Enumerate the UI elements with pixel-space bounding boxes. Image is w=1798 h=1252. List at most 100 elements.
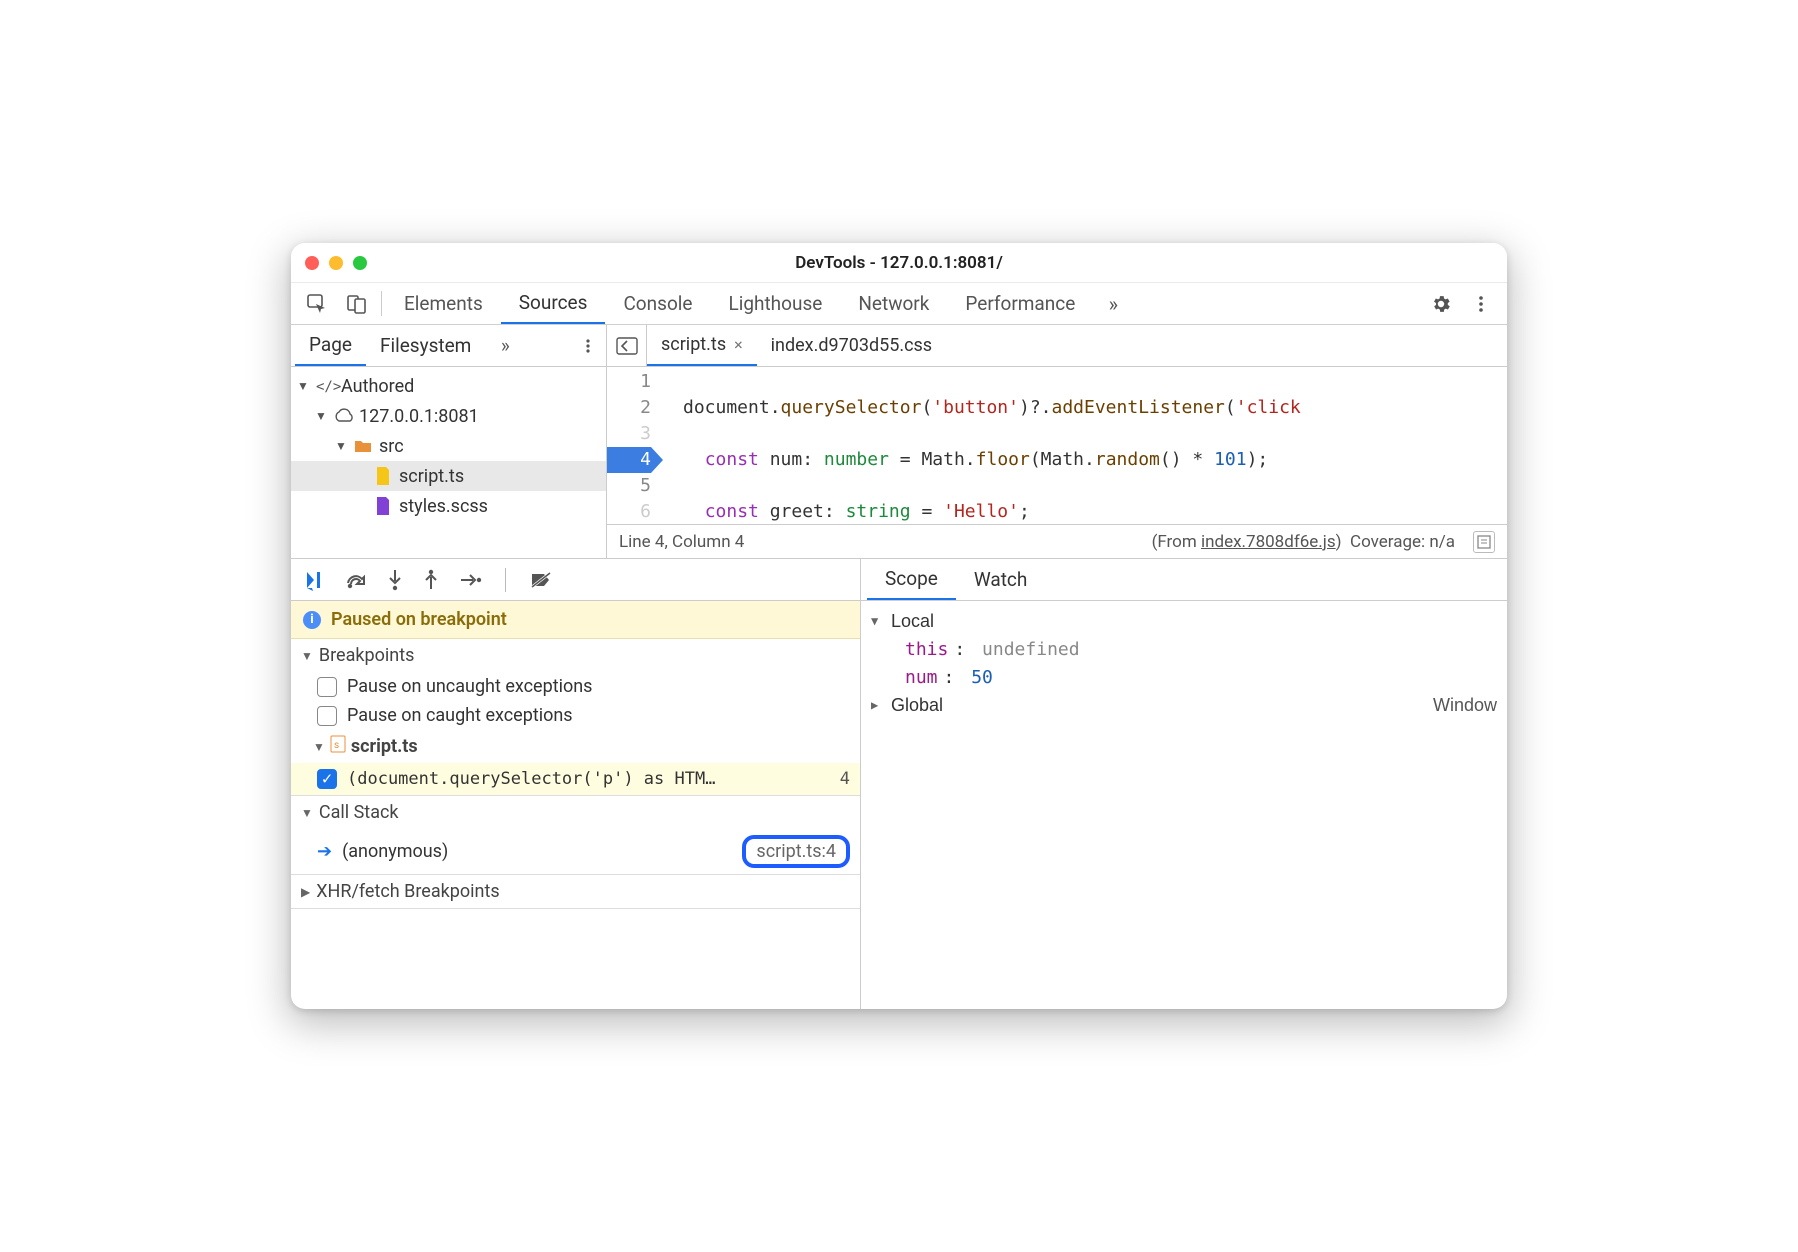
line-gutter[interactable]: 123456 xyxy=(607,367,661,524)
checkbox-unchecked-icon[interactable] xyxy=(317,706,337,726)
info-icon: i xyxy=(303,611,321,629)
stack-frame-location[interactable]: script.ts:4 xyxy=(742,835,850,868)
device-toolbar-icon[interactable] xyxy=(337,283,377,324)
tree-label: styles.scss xyxy=(399,496,488,517)
sidebar-tab-page[interactable]: Page xyxy=(295,325,366,366)
source-editor: script.ts × index.d9703d55.css 123456 do… xyxy=(607,325,1507,558)
breakpoints-section: ▼ Breakpoints Pause on uncaught exceptio… xyxy=(291,639,860,796)
sidebar-more-tabs-icon[interactable]: » xyxy=(485,325,525,366)
tab-sources[interactable]: Sources xyxy=(501,283,606,324)
step-into-icon[interactable] xyxy=(387,569,403,591)
stack-frame[interactable]: ➔ (anonymous) script.ts:4 xyxy=(291,829,860,874)
settings-gear-icon[interactable] xyxy=(1421,283,1461,324)
scope-var-num[interactable]: num: 50 xyxy=(871,663,1497,691)
tree-file-script-ts[interactable]: script.ts xyxy=(291,461,606,491)
pause-caught-row[interactable]: Pause on caught exceptions xyxy=(291,701,860,730)
navigator-toggle-icon[interactable] xyxy=(607,325,647,366)
cloud-icon xyxy=(333,409,353,423)
file-style-icon xyxy=(373,497,393,515)
tab-scope[interactable]: Scope xyxy=(867,559,956,600)
sidebar-tab-filesystem[interactable]: Filesystem xyxy=(366,325,485,366)
callstack-section: ▼ Call Stack ➔ (anonymous) script.ts:4 xyxy=(291,796,860,875)
sidebar-kebab-icon[interactable] xyxy=(570,325,606,366)
editor-tab-script-ts[interactable]: script.ts × xyxy=(647,325,757,366)
svg-text:</>: </> xyxy=(316,379,341,395)
code-lines[interactable]: document.querySelector('button')?.addEve… xyxy=(661,367,1507,524)
scope-body: ▼ Local this: undefined num: 50 ▶ Global xyxy=(861,601,1507,1009)
tab-console[interactable]: Console xyxy=(605,283,710,324)
paused-message: Paused on breakpoint xyxy=(331,609,507,630)
titlebar: DevTools - 127.0.0.1:8081/ xyxy=(291,243,1507,283)
tab-watch[interactable]: Watch xyxy=(956,559,1046,600)
coverage-status: Coverage: n/a xyxy=(1350,532,1455,552)
xhr-breakpoints-header[interactable]: ▶ XHR/fetch Breakpoints xyxy=(291,875,860,908)
tree-label: script.ts xyxy=(399,466,464,487)
chevron-down-icon: ▼ xyxy=(871,614,885,628)
sidebar-tabs: Page Filesystem » xyxy=(291,325,606,367)
minimize-window-button[interactable] xyxy=(329,256,343,270)
tree-folder-src[interactable]: ▼ src xyxy=(291,431,606,461)
current-frame-arrow-icon: ➔ xyxy=(317,841,332,862)
chevron-down-icon: ▼ xyxy=(335,439,347,453)
tab-lighthouse[interactable]: Lighthouse xyxy=(710,283,840,324)
zoom-window-button[interactable] xyxy=(353,256,367,270)
navigator-sidebar: Page Filesystem » ▼ </> Authored xyxy=(291,325,607,558)
chevron-right-icon: ▶ xyxy=(301,885,310,899)
file-script-icon: s xyxy=(331,736,345,757)
file-tree: ▼ </> Authored ▼ 127.0.0.1:8081 xyxy=(291,367,606,558)
checkbox-unchecked-icon[interactable] xyxy=(317,677,337,697)
tree-file-styles-scss[interactable]: styles.scss xyxy=(291,491,606,521)
editor-tab-label: script.ts xyxy=(661,334,726,355)
chevron-down-icon: ▼ xyxy=(301,649,313,663)
folder-icon xyxy=(353,439,373,453)
step-over-icon[interactable] xyxy=(345,570,367,590)
breakpoints-header[interactable]: ▼ Breakpoints xyxy=(291,639,860,672)
kebab-menu-icon[interactable] xyxy=(1461,283,1501,324)
tab-performance[interactable]: Performance xyxy=(947,283,1093,324)
source-map-link[interactable]: index.7808df6e.js xyxy=(1201,532,1336,552)
scope-local[interactable]: ▼ Local xyxy=(871,607,1497,635)
close-tab-icon[interactable]: × xyxy=(734,335,743,354)
close-window-button[interactable] xyxy=(305,256,319,270)
step-icon[interactable] xyxy=(459,572,481,588)
pretty-print-icon[interactable] xyxy=(1473,531,1495,553)
tree-label: Authored xyxy=(341,376,414,397)
window-title: DevTools - 127.0.0.1:8081/ xyxy=(291,253,1507,273)
chevron-right-icon: ▶ xyxy=(871,698,885,712)
chevron-down-icon: ▼ xyxy=(313,740,325,754)
breakpoint-item[interactable]: ✓ (document.querySelector('p') as HTM… 4 xyxy=(291,763,860,795)
pause-uncaught-row[interactable]: Pause on uncaught exceptions xyxy=(291,672,860,701)
file-script-icon xyxy=(373,467,393,485)
paused-banner: i Paused on breakpoint xyxy=(291,601,860,639)
step-out-icon[interactable] xyxy=(423,569,439,591)
scope-global[interactable]: ▶ Global Window xyxy=(871,691,1497,719)
svg-text:s: s xyxy=(334,740,339,751)
tree-host[interactable]: ▼ 127.0.0.1:8081 xyxy=(291,401,606,431)
debugger-toolbar xyxy=(291,559,860,601)
scope-tabs: Scope Watch xyxy=(861,559,1507,601)
chevron-down-icon: ▼ xyxy=(297,379,309,393)
editor-tab-index-css[interactable]: index.d9703d55.css xyxy=(757,325,946,366)
cursor-position: Line 4, Column 4 xyxy=(619,532,744,552)
tab-elements[interactable]: Elements xyxy=(386,283,501,324)
callstack-header[interactable]: ▼ Call Stack xyxy=(291,796,860,829)
devtools-window: DevTools - 127.0.0.1:8081/ Elements Sour… xyxy=(291,243,1507,1009)
source-mapped-from: (From index.7808df6e.js) Coverage: n/a xyxy=(1152,532,1455,552)
tree-label: src xyxy=(379,436,404,457)
more-tabs-icon[interactable]: » xyxy=(1093,283,1133,324)
tree-authored[interactable]: ▼ </> Authored xyxy=(291,371,606,401)
editor-statusbar: Line 4, Column 4 (From index.7808df6e.js… xyxy=(607,524,1507,558)
resume-icon[interactable] xyxy=(305,570,325,590)
debugger-panel: i Paused on breakpoint ▼ Breakpoints Pau… xyxy=(291,559,861,1009)
code-area[interactable]: 123456 document.querySelector('button')?… xyxy=(607,367,1507,524)
deactivate-breakpoints-icon[interactable] xyxy=(530,571,552,589)
inspect-element-icon[interactable] xyxy=(297,283,337,324)
chevron-down-icon: ▼ xyxy=(315,409,327,423)
separator xyxy=(381,291,382,316)
breakpoint-file-header[interactable]: ▼ s script.ts xyxy=(291,730,860,763)
tab-network[interactable]: Network xyxy=(840,283,947,324)
checkbox-checked-icon[interactable]: ✓ xyxy=(317,769,337,789)
editor-tabs: script.ts × index.d9703d55.css xyxy=(607,325,1507,367)
editor-tab-label: index.d9703d55.css xyxy=(771,335,932,356)
scope-var-this[interactable]: this: undefined xyxy=(871,635,1497,663)
